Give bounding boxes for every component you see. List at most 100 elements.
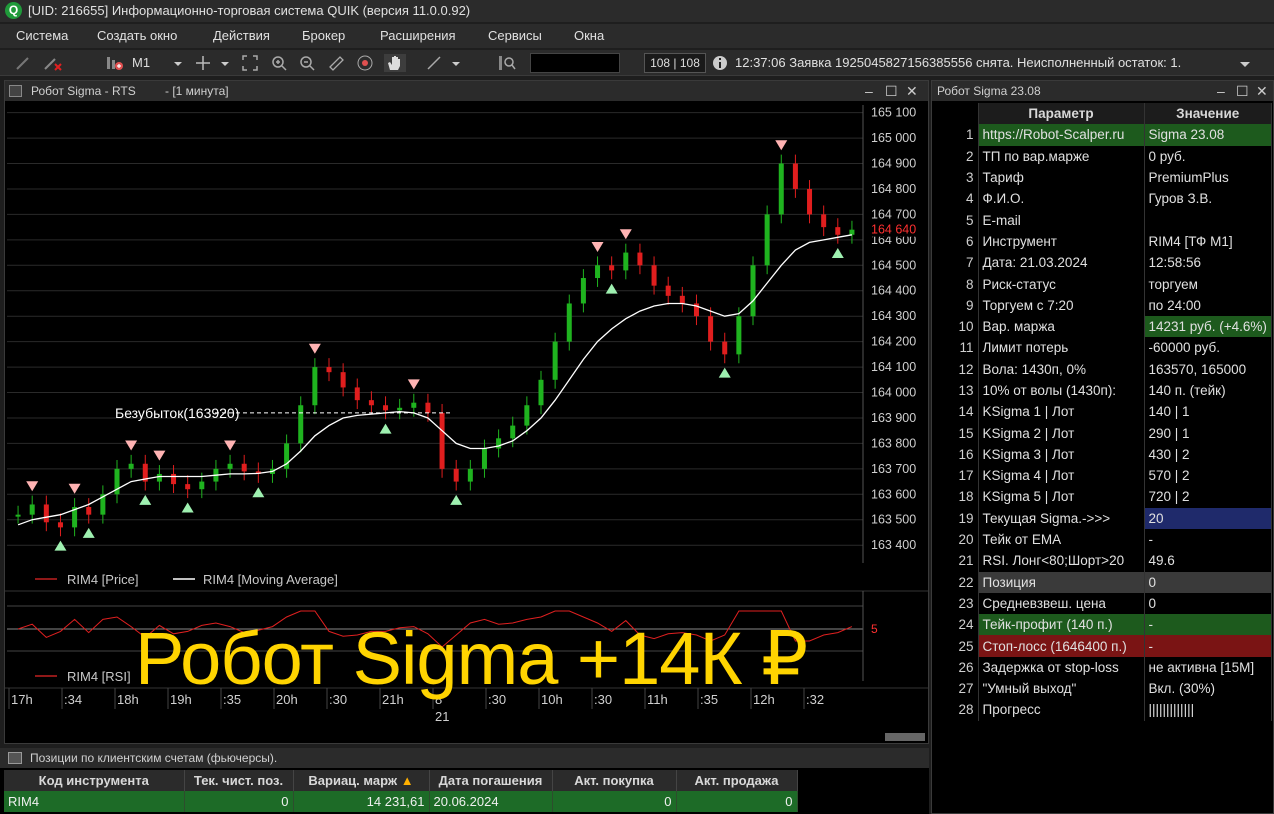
interval-select[interactable]: M1	[132, 54, 154, 72]
candle-body	[778, 163, 784, 215]
table-row[interactable]: 14 KSigma 1 | Лот 140 | 1	[934, 401, 1272, 423]
table-row[interactable]: 9 Торгуем с 7:20 по 24:00	[934, 294, 1272, 316]
table-row[interactable]: 17 KSigma 4 | Лот 570 | 2	[934, 465, 1272, 487]
table-row[interactable]: 24 Тейк-профит (140 п.) -	[934, 614, 1272, 636]
chevron-down-icon[interactable]	[1238, 54, 1252, 72]
table-row[interactable]: 25 Стоп-лосс (1646400 п.) -	[934, 635, 1272, 657]
col-expiry-date[interactable]: Дата погашения	[429, 770, 553, 791]
table-row[interactable]: 18 KSigma 5 | Лот 720 | 2	[934, 486, 1272, 508]
maximize-icon[interactable]: ☐	[885, 81, 898, 101]
sell-marker	[591, 242, 604, 253]
pen-icon[interactable]	[14, 54, 34, 72]
param-value-cell: -	[1144, 614, 1272, 636]
param-value-cell: 290 | 1	[1144, 422, 1272, 444]
candle-body	[750, 265, 756, 317]
col-net-position[interactable]: Тек. чист. поз.	[184, 770, 294, 791]
price-tick-label: 164 400	[871, 284, 916, 298]
menu-system[interactable]: Система	[16, 28, 68, 43]
chevron-down-icon[interactable]	[172, 54, 184, 72]
param-name-cell: Ф.И.О.	[978, 188, 1145, 210]
table-row[interactable]: 23 Средневзвеш. цена 0	[934, 592, 1272, 615]
param-name-cell: KSigma 4 | Лот	[978, 465, 1145, 487]
table-row[interactable]: 28 Прогресс |||||||||||||	[934, 699, 1272, 721]
table-row[interactable]: 6 Инструмент RIM4 [ТФ М1]	[934, 230, 1272, 253]
crosshair-icon[interactable]	[194, 54, 212, 72]
table-row[interactable]: 4 Ф.И.О. Гуров З.В.	[934, 188, 1272, 210]
table-row[interactable]: 16 KSigma 3 | Лот 430 | 2	[934, 443, 1272, 466]
scrollbar-thumb[interactable]	[885, 733, 925, 741]
table-row[interactable]: 21 RSI. Лонг<80;Шорт>20 49.6	[934, 550, 1272, 572]
table-row[interactable]: 11 Лимит потерь -60000 руб.	[934, 337, 1272, 359]
maximize-icon[interactable]: ☐	[1236, 81, 1249, 101]
ruler-icon[interactable]	[327, 54, 345, 72]
menu-broker[interactable]: Брокер	[302, 28, 345, 43]
row-number: 16	[934, 443, 979, 466]
chart-window-subtitle: - [1 минута]	[165, 84, 229, 98]
time-tick-label: 17h	[11, 692, 33, 707]
candle-body	[57, 522, 63, 528]
param-header[interactable]: Параметр	[978, 103, 1145, 125]
buy-marker	[718, 367, 731, 378]
row-number: 23	[934, 592, 979, 615]
param-name-cell: Инструмент	[978, 230, 1145, 253]
menu-create-window[interactable]: Создать окно	[97, 28, 177, 43]
value-header[interactable]: Значение	[1144, 103, 1272, 125]
table-row[interactable]: 3 Тариф PremiumPlus	[934, 166, 1272, 189]
minimize-icon[interactable]: ‒	[1217, 81, 1225, 101]
close-icon[interactable]: ✕	[906, 81, 918, 101]
table-row[interactable]: 15 KSigma 2 | Лот 290 | 1	[934, 422, 1272, 444]
param-name-cell: https://Robot-Scalper.ru	[978, 124, 1145, 146]
chevron-down-icon[interactable]	[219, 54, 231, 72]
table-row[interactable]: RIM4 0 14 231,61 20.06.2024 0 0	[4, 791, 798, 812]
line-tool-icon[interactable]	[425, 54, 443, 72]
col-active-sell[interactable]: Акт. продажа	[676, 770, 798, 791]
chart-window-title: Робот Sigma - RTS	[31, 84, 136, 98]
candle-body	[128, 463, 134, 469]
table-row[interactable]: 22 Позиция 0	[934, 571, 1272, 593]
table-row[interactable]: 20 Тейк от EMA -	[934, 528, 1272, 551]
param-name-cell: Прогресс	[978, 699, 1145, 721]
col-instrument-code[interactable]: Код инструмента	[4, 770, 185, 791]
table-row[interactable]: 1 https://Robot-Scalper.ru Sigma 23.08	[934, 124, 1272, 146]
table-row[interactable]: 8 Риск-статус торгуем	[934, 273, 1272, 295]
instrument-input[interactable]	[530, 53, 620, 73]
param-value-cell: 12:58:56	[1144, 252, 1272, 274]
table-row[interactable]: 27 "Умный выход" Вкл. (30%)	[934, 678, 1272, 700]
table-row[interactable]: 5 E-mail	[934, 209, 1272, 231]
positions-window-header: Позиции по клиентским счетам (фьючерсы).	[0, 748, 929, 768]
hand-tool-icon[interactable]	[384, 54, 406, 72]
candle-body	[199, 481, 205, 490]
table-row[interactable]: 7 Дата: 21.03.2024 12:58:56	[934, 252, 1272, 274]
row-number: 27	[934, 678, 979, 700]
table-row[interactable]: 2 ТП по вар.марже 0 руб.	[934, 145, 1272, 167]
col-variation-margin[interactable]: Вариац. марж ▲	[293, 770, 430, 791]
menu-extensions[interactable]: Расширения	[380, 28, 456, 43]
menu-actions[interactable]: Действия	[213, 28, 270, 43]
add-indicator-icon[interactable]	[104, 54, 126, 72]
table-row[interactable]: 12 Вола: 1430п, 0% 163570, 165000	[934, 358, 1272, 380]
row-number: 5	[934, 209, 979, 231]
zoom-out-icon[interactable]	[298, 54, 316, 72]
table-row[interactable]: 19 Текущая Sigma.->>> 20	[934, 507, 1272, 529]
table-row[interactable]: 10 Вар. маржа 14231 руб. (+4.6%)	[934, 315, 1272, 338]
chevron-down-icon[interactable]	[450, 54, 462, 72]
row-number: 15	[934, 422, 979, 444]
fit-screen-icon[interactable]	[241, 54, 259, 72]
row-number: 4	[934, 188, 979, 210]
table-row[interactable]: 13 10% от волы (1430п): 140 п. (тейк)	[934, 379, 1272, 402]
target-icon[interactable]	[355, 54, 375, 72]
col-active-buy[interactable]: Акт. покупка	[552, 770, 677, 791]
pen-delete-icon[interactable]	[42, 54, 66, 72]
close-icon[interactable]: ✕	[1256, 81, 1268, 101]
menu-services[interactable]: Сервисы	[488, 28, 542, 43]
search-icon[interactable]	[497, 54, 517, 72]
price-tick-label: 165 100	[871, 106, 916, 120]
menu-windows[interactable]: Окна	[574, 28, 604, 43]
param-value-cell: Sigma 23.08	[1144, 124, 1272, 146]
candle-body	[156, 473, 162, 482]
table-row[interactable]: 26 Задержка от stop-loss не активна [15M]	[934, 656, 1272, 679]
zoom-in-icon[interactable]	[270, 54, 288, 72]
minimize-icon[interactable]: ‒	[865, 81, 873, 101]
param-name-cell: Дата: 21.03.2024	[978, 252, 1145, 274]
candle-body	[637, 252, 643, 266]
